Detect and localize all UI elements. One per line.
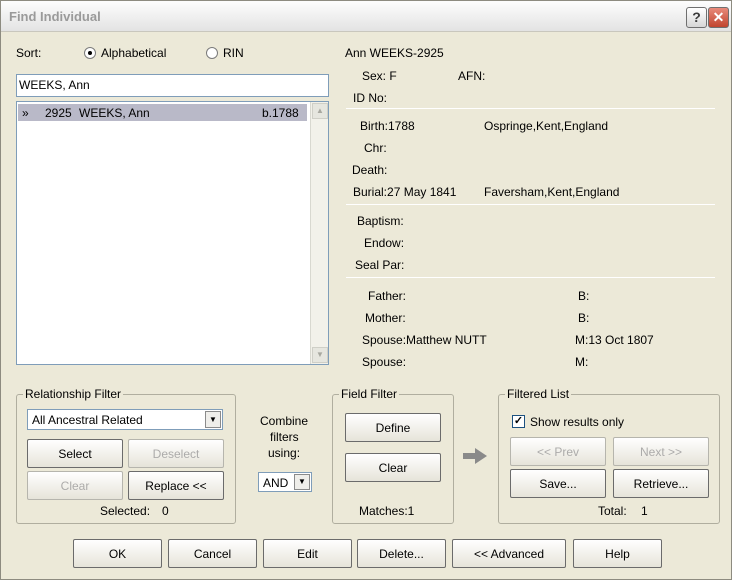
filtered-list-title: Filtered List xyxy=(505,387,572,401)
birth-field: Birth:1788 xyxy=(360,119,415,133)
divider xyxy=(346,108,715,109)
next-button[interactable]: Next >> xyxy=(613,437,709,466)
combine-select-value: AND xyxy=(263,476,289,490)
id-no-field: ID No: xyxy=(353,91,388,105)
replace-button[interactable]: Replace << xyxy=(128,471,224,500)
combine-select[interactable]: AND ▼ xyxy=(258,472,312,492)
row-date: b.1788 xyxy=(262,106,299,120)
find-individual-dialog: Find Individual ? ✕ Sort: Alphabetical R… xyxy=(0,0,732,580)
divider xyxy=(346,204,715,205)
list-scrollbar[interactable]: ▲ ▼ xyxy=(310,102,328,364)
chr-field: Chr: xyxy=(364,141,387,155)
save-button[interactable]: Save... xyxy=(510,469,606,498)
field-filter-title: Field Filter xyxy=(339,387,400,401)
birth-place: Ospringe,Kent,England xyxy=(484,119,609,133)
question-icon: ? xyxy=(692,9,701,25)
relationship-clear-button[interactable]: Clear xyxy=(27,471,123,500)
edit-button[interactable]: Edit xyxy=(263,539,352,568)
help-button[interactable]: Help xyxy=(573,539,662,568)
detail-heading: Ann WEEKS-2925 xyxy=(345,46,444,60)
deselect-button[interactable]: Deselect xyxy=(128,439,224,468)
ok-button[interactable]: OK xyxy=(73,539,162,568)
retrieve-button[interactable]: Retrieve... xyxy=(613,469,709,498)
search-input-value: WEEKS, Ann xyxy=(19,78,90,92)
arrow-right-icon xyxy=(463,448,487,464)
select-button[interactable]: Select xyxy=(27,439,123,468)
chevron-down-icon: ▼ xyxy=(294,474,310,490)
down-arrow-icon: ▼ xyxy=(316,350,324,359)
advanced-button[interactable]: << Advanced xyxy=(452,539,566,568)
up-arrow-icon: ▲ xyxy=(316,106,324,115)
scroll-up-button[interactable]: ▲ xyxy=(312,103,328,119)
delete-button[interactable]: Delete... xyxy=(357,539,446,568)
prev-button[interactable]: << Prev xyxy=(510,437,606,466)
row-marker: » xyxy=(22,106,29,120)
spouse1-marriage: M:13 Oct 1807 xyxy=(575,333,654,347)
close-title-button[interactable]: ✕ xyxy=(708,7,729,28)
alphabetical-radio[interactable] xyxy=(84,47,96,59)
burial-field: Burial:27 May 1841 xyxy=(353,185,457,199)
divider xyxy=(346,277,715,278)
selected-count: 0 xyxy=(162,504,169,518)
father-field: Father: xyxy=(368,289,407,303)
spouse1-field: Spouse:Matthew NUTT xyxy=(362,333,487,347)
combine-label-line3: using: xyxy=(268,446,301,460)
alphabetical-label: Alphabetical xyxy=(101,46,167,60)
row-rin: 2925 xyxy=(45,106,72,120)
cancel-button[interactable]: Cancel xyxy=(168,539,257,568)
afn-field: AFN: xyxy=(458,69,486,83)
death-field: Death: xyxy=(352,163,388,177)
close-icon: ✕ xyxy=(712,9,725,25)
seal-par-field: Seal Par: xyxy=(355,258,405,272)
window-title: Find Individual xyxy=(9,9,101,24)
sex-field: Sex: F xyxy=(362,69,397,83)
chevron-down-icon: ▼ xyxy=(205,411,221,428)
endow-field: Endow: xyxy=(364,236,405,250)
relationship-select-value: All Ancestral Related xyxy=(32,413,143,427)
relationship-filter-title: Relationship Filter xyxy=(23,387,124,401)
combine-label-line1: Combine xyxy=(260,414,309,428)
show-results-label: Show results only xyxy=(530,415,625,429)
scroll-down-button[interactable]: ▼ xyxy=(312,347,328,363)
relationship-select[interactable]: All Ancestral Related ▼ xyxy=(27,409,223,430)
rin-radio[interactable] xyxy=(206,47,218,59)
row-name: WEEKS, Ann xyxy=(79,106,150,120)
spouse2-field: Spouse: xyxy=(362,355,407,369)
show-results-checkbox[interactable]: ✓ xyxy=(512,415,525,428)
check-icon: ✓ xyxy=(513,415,524,427)
individual-list[interactable]: » 2925 WEEKS, Ann b.1788 ▲ ▼ xyxy=(16,101,329,365)
search-input[interactable]: WEEKS, Ann xyxy=(16,74,329,97)
selected-label: Selected: xyxy=(100,504,151,518)
help-title-button[interactable]: ? xyxy=(686,7,707,28)
define-button[interactable]: Define xyxy=(345,413,441,442)
field-clear-button[interactable]: Clear xyxy=(345,453,441,482)
mother-field: Mother: xyxy=(365,311,406,325)
total-count: 1 xyxy=(641,504,648,518)
list-item[interactable]: » 2925 WEEKS, Ann b.1788 xyxy=(18,104,307,121)
burial-place: Faversham,Kent,England xyxy=(484,185,620,199)
father-birth: B: xyxy=(578,289,590,303)
matches-label: Matches:1 xyxy=(359,504,415,518)
combine-label-line2: filters xyxy=(270,430,299,444)
sort-label: Sort: xyxy=(16,46,42,60)
title-bar: Find Individual ? ✕ xyxy=(1,1,731,32)
mother-birth: B: xyxy=(578,311,590,325)
baptism-field: Baptism: xyxy=(357,214,404,228)
total-label: Total: xyxy=(598,504,627,518)
spouse2-marriage: M: xyxy=(575,355,589,369)
rin-label: RIN xyxy=(223,46,244,60)
